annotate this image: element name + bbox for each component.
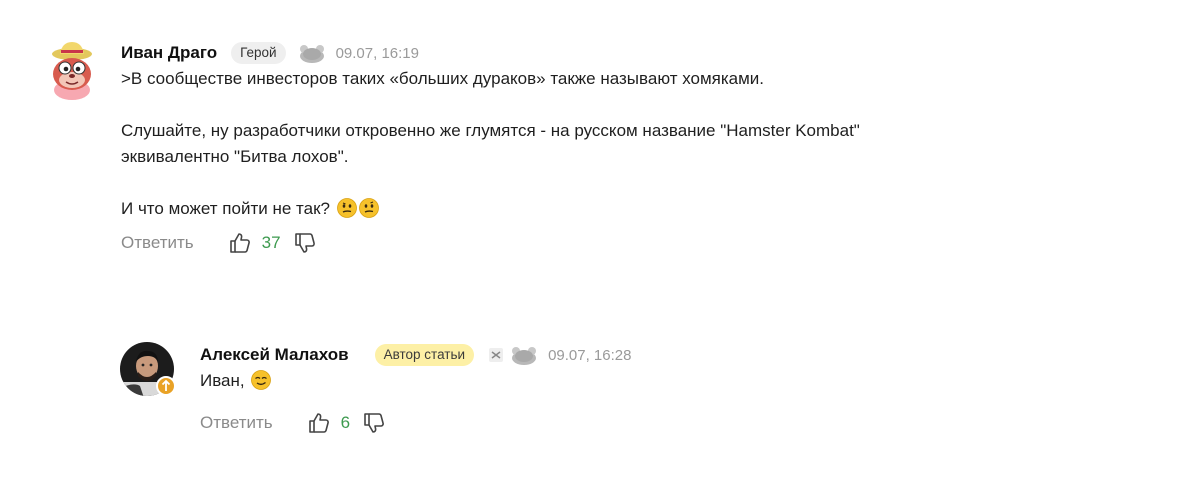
comment-header: Алексей Малахов Автор статьи 09.07, 16:2… [200, 342, 1100, 368]
comment-actions: Ответить 6 [200, 410, 1100, 436]
confused-face-emoji-icon [336, 198, 357, 218]
comment-header: Иван Драго Герой 09.07, 16:19 [121, 40, 1121, 66]
comment-line-with-emoji: И что может пойти не так? [121, 196, 1121, 222]
thumbs-down-icon[interactable] [362, 411, 386, 435]
comment-line: Иван, [200, 371, 245, 390]
thumbs-up-icon[interactable] [307, 411, 331, 435]
comment-actions: Ответить 37 [121, 230, 1121, 256]
timestamp: 09.07, 16:28 [548, 346, 632, 364]
likes-count: 37 [261, 233, 281, 252]
smirk-face-emoji-icon [251, 370, 272, 390]
reply-button[interactable]: Ответить [200, 413, 273, 433]
timestamp: 09.07, 16:19 [335, 44, 419, 62]
award-icon [488, 345, 504, 365]
article-author-badge: Автор статьи [374, 344, 475, 366]
comment-line: И что может пойти не так? [121, 199, 330, 218]
likes-count: 6 [340, 413, 351, 432]
comment-text: >В сообществе инвесторов таких «больших … [121, 66, 1121, 222]
thumbs-up-icon[interactable] [228, 231, 252, 255]
comment-line: эквивалентно "Битва лохов". [121, 147, 349, 166]
hamster-avatar-icon[interactable] [48, 42, 100, 100]
reply-button[interactable]: Ответить [121, 233, 194, 253]
comment-line: Слушайте, ну разработчики откровенно же … [121, 121, 860, 140]
user-photo-avatar[interactable] [120, 342, 176, 398]
comment-body: Алексей Малахов Автор статьи 09.07, 16:2… [200, 342, 1100, 436]
comment-line-with-emoji: Иван, [200, 368, 1100, 394]
author-name[interactable]: Иван Драго [121, 43, 217, 63]
confused-face-emoji-icon [358, 198, 379, 218]
comment-quote-line: >В сообществе инвесторов таких «больших … [121, 69, 765, 88]
author-name[interactable]: Алексей Малахов [200, 345, 349, 365]
hero-badge: Герой [231, 42, 286, 64]
hamster-award-icon [298, 43, 326, 63]
comment-body: Иван Драго Герой 09.07, 16:19 >В сообщес… [121, 40, 1121, 256]
comment-text: Иван, [200, 368, 1100, 394]
thumbs-down-icon[interactable] [293, 231, 317, 255]
hamster-award-icon [510, 345, 538, 365]
